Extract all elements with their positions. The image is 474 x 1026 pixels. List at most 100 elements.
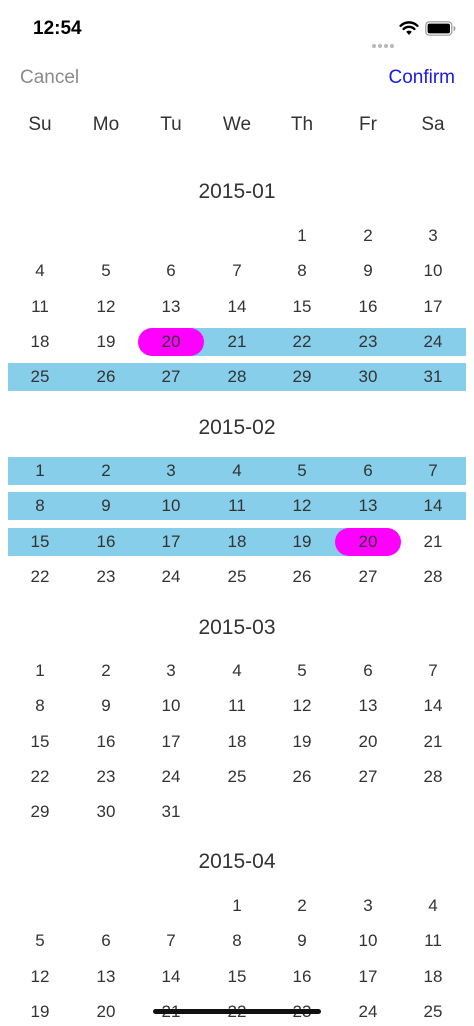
day-cell[interactable]: 26 <box>272 563 332 591</box>
day-cell[interactable]: 23 <box>76 563 136 591</box>
day-cell[interactable]: 2 <box>338 222 398 250</box>
day-cell[interactable]: 20 <box>76 998 136 1026</box>
day-cell[interactable]: 15 <box>207 963 267 991</box>
day-cell[interactable]: 13 <box>76 963 136 991</box>
day-cell[interactable]: 27 <box>338 563 398 591</box>
day-cell[interactable]: 7 <box>403 457 463 485</box>
day-cell[interactable]: 12 <box>272 692 332 720</box>
day-cell[interactable]: 24 <box>338 998 398 1026</box>
day-cell[interactable]: 10 <box>338 927 398 955</box>
day-cell[interactable]: 8 <box>207 927 267 955</box>
day-cell[interactable]: 2 <box>272 892 332 920</box>
day-cell[interactable]: 6 <box>338 457 398 485</box>
day-cell[interactable]: 14 <box>403 492 463 520</box>
day-cell[interactable]: 19 <box>272 728 332 756</box>
day-cell[interactable]: 1 <box>10 657 70 685</box>
day-cell[interactable]: 30 <box>76 798 136 826</box>
day-cell[interactable]: 2 <box>76 657 136 685</box>
day-cell[interactable]: 28 <box>207 363 267 391</box>
day-cell[interactable]: 15 <box>272 293 332 321</box>
day-cell[interactable]: 11 <box>207 692 267 720</box>
day-cell[interactable]: 21 <box>403 728 463 756</box>
day-cell[interactable]: 12 <box>76 293 136 321</box>
day-cell[interactable]: 13 <box>141 293 201 321</box>
day-cell[interactable]: 16 <box>76 728 136 756</box>
day-cell[interactable]: 5 <box>272 657 332 685</box>
day-cell[interactable]: 24 <box>403 328 463 356</box>
day-cell[interactable]: 9 <box>272 927 332 955</box>
day-cell[interactable]: 9 <box>76 492 136 520</box>
day-cell[interactable]: 15 <box>10 528 70 556</box>
day-cell[interactable]: 4 <box>10 257 70 285</box>
day-cell[interactable]: 22 <box>10 763 70 791</box>
day-cell[interactable]: 17 <box>141 528 201 556</box>
day-cell[interactable]: 18 <box>403 963 463 991</box>
day-cell[interactable]: 3 <box>141 657 201 685</box>
day-cell[interactable]: 26 <box>272 763 332 791</box>
day-cell[interactable]: 17 <box>403 293 463 321</box>
day-cell[interactable]: 24 <box>141 763 201 791</box>
day-cell[interactable]: 13 <box>338 692 398 720</box>
day-cell[interactable]: 8 <box>10 492 70 520</box>
day-cell[interactable]: 2 <box>76 457 136 485</box>
day-cell[interactable]: 7 <box>141 927 201 955</box>
day-cell[interactable]: 9 <box>338 257 398 285</box>
day-cell[interactable]: 10 <box>141 692 201 720</box>
day-cell[interactable]: 25 <box>10 363 70 391</box>
day-cell[interactable]: 1 <box>272 222 332 250</box>
day-cell[interactable]: 29 <box>272 363 332 391</box>
day-cell[interactable]: 10 <box>141 492 201 520</box>
day-cell[interactable]: 7 <box>207 257 267 285</box>
day-cell[interactable]: 12 <box>272 492 332 520</box>
day-cell[interactable]: 19 <box>10 998 70 1026</box>
day-cell[interactable]: 8 <box>272 257 332 285</box>
day-cell[interactable]: 14 <box>141 963 201 991</box>
day-cell[interactable]: 5 <box>76 257 136 285</box>
day-cell[interactable]: 16 <box>338 293 398 321</box>
day-cell[interactable]: 28 <box>403 763 463 791</box>
day-cell[interactable]: 22 <box>272 328 332 356</box>
day-cell[interactable]: 21 <box>207 328 267 356</box>
day-cell[interactable]: 31 <box>403 363 463 391</box>
day-cell[interactable]: 6 <box>141 257 201 285</box>
day-cell[interactable]: 11 <box>403 927 463 955</box>
day-cell[interactable]: 24 <box>141 563 201 591</box>
day-cell[interactable]: 27 <box>338 763 398 791</box>
day-cell[interactable]: 20 <box>338 728 398 756</box>
day-cell[interactable]: 9 <box>76 692 136 720</box>
day-cell[interactable]: 4 <box>403 892 463 920</box>
day-cell[interactable]: 3 <box>141 457 201 485</box>
day-cell[interactable]: 12 <box>10 963 70 991</box>
day-cell[interactable]: 19 <box>76 328 136 356</box>
day-cell[interactable]: 18 <box>10 328 70 356</box>
day-cell[interactable]: 5 <box>10 927 70 955</box>
day-cell[interactable]: 25 <box>207 563 267 591</box>
day-cell[interactable]: 26 <box>76 363 136 391</box>
day-cell[interactable]: 6 <box>76 927 136 955</box>
day-cell[interactable]: 7 <box>403 657 463 685</box>
day-cell[interactable]: 4 <box>207 457 267 485</box>
day-cell[interactable]: 20 <box>141 328 201 356</box>
day-cell[interactable]: 1 <box>10 457 70 485</box>
day-cell[interactable]: 25 <box>207 763 267 791</box>
day-cell[interactable]: 3 <box>403 222 463 250</box>
day-cell[interactable]: 6 <box>338 657 398 685</box>
day-cell[interactable]: 1 <box>207 892 267 920</box>
day-cell[interactable]: 22 <box>10 563 70 591</box>
day-cell[interactable]: 18 <box>207 528 267 556</box>
day-cell[interactable]: 20 <box>338 528 398 556</box>
day-cell[interactable]: 17 <box>141 728 201 756</box>
day-cell[interactable]: 29 <box>10 798 70 826</box>
day-cell[interactable]: 14 <box>207 293 267 321</box>
day-cell[interactable]: 25 <box>403 998 463 1026</box>
day-cell[interactable]: 31 <box>141 798 201 826</box>
day-cell[interactable]: 4 <box>207 657 267 685</box>
day-cell[interactable]: 30 <box>338 363 398 391</box>
day-cell[interactable]: 11 <box>10 293 70 321</box>
day-cell[interactable]: 3 <box>338 892 398 920</box>
day-cell[interactable]: 13 <box>338 492 398 520</box>
day-cell[interactable]: 14 <box>403 692 463 720</box>
day-cell[interactable]: 10 <box>403 257 463 285</box>
day-cell[interactable]: 28 <box>403 563 463 591</box>
day-cell[interactable]: 19 <box>272 528 332 556</box>
